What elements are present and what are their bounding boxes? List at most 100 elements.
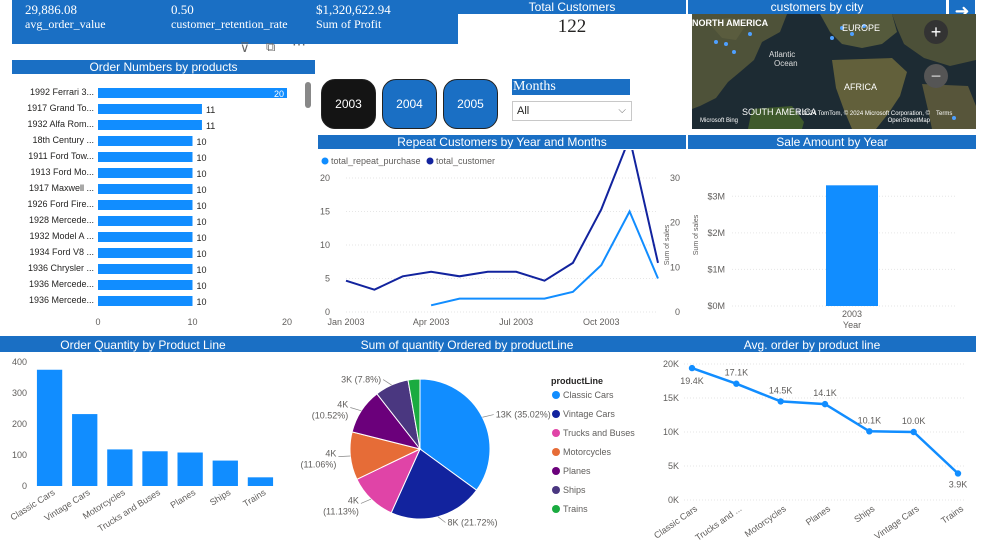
bar-data-label: 10 xyxy=(197,249,207,259)
bar-data-label: 10 xyxy=(197,233,207,243)
total-customers-title: Total Customers xyxy=(458,0,686,14)
map-bing-logo: Microsoft Bing xyxy=(700,118,739,124)
map-label-africa: AFRICA xyxy=(844,82,878,92)
x-tick-label: Planes xyxy=(169,487,198,510)
bar-category-label: 1917 Maxwell ... xyxy=(29,183,94,193)
legend-marker xyxy=(321,157,329,165)
kpi-strip: 29,886.08 avg_order_value 0.50 customer_… xyxy=(12,0,458,44)
data-label: 3.9K xyxy=(949,479,968,489)
legend-label: Trains xyxy=(563,504,588,514)
legend-title: productLine xyxy=(551,376,603,386)
bar-category-label: 1936 Mercede... xyxy=(29,295,94,305)
pie-data-label: 4K xyxy=(348,495,359,505)
data-point xyxy=(821,400,829,408)
data-point xyxy=(910,428,917,436)
x-tick-label: Jul 2003 xyxy=(499,317,533,327)
map-terms-link[interactable]: Terms xyxy=(936,111,952,117)
y-tick-label: $0M xyxy=(707,301,725,311)
legend-label: Vintage Cars xyxy=(563,409,615,419)
scrollbar-thumb[interactable] xyxy=(305,82,311,108)
year-button-2004[interactable]: 2004 xyxy=(382,79,437,129)
data-point xyxy=(954,470,962,477)
bar xyxy=(98,280,193,290)
x-tick-label: 0 xyxy=(95,317,100,327)
y-tick-label: $1M xyxy=(707,264,725,274)
data-label: 14.5K xyxy=(769,385,793,395)
legend-label: Classic Cars xyxy=(563,390,614,400)
bar-data-label: 10 xyxy=(197,217,207,227)
bar xyxy=(98,168,193,178)
y-tick-label: 20K xyxy=(663,359,679,369)
x-tick-label: Apr 2003 xyxy=(413,317,450,327)
pie-data-label: 4K xyxy=(337,400,348,410)
y-tick-label: 300 xyxy=(12,388,27,398)
legend-marker xyxy=(552,505,560,513)
leader-line xyxy=(482,414,494,418)
pie-data-label: 4K xyxy=(325,449,336,459)
y-tick-label-left: 5 xyxy=(325,274,330,284)
data-point xyxy=(733,380,740,387)
y-tick-label-right: 10 xyxy=(670,262,680,272)
bar xyxy=(98,296,193,306)
bar-category-label: 1911 Ford Tow... xyxy=(28,151,94,161)
x-tick-label: Trucks and Buses xyxy=(96,487,163,534)
more-options-icon[interactable]: ⋯ xyxy=(292,36,306,53)
kpi-value: $1,320,622.94 xyxy=(316,2,391,17)
months-dropdown-value: All xyxy=(517,105,530,117)
data-label: 14.1K xyxy=(813,388,837,398)
year-button-2005[interactable]: 2005 xyxy=(443,79,498,129)
zoom-out-icon[interactable]: − xyxy=(924,64,948,88)
leader-line xyxy=(360,498,372,504)
kpi-avg-order-value: 29,886.08 avg_order_value xyxy=(25,2,106,32)
sale-amount-chart: $0M $1M $2M $3M Sum of sales 2003Year xyxy=(693,185,956,330)
data-point xyxy=(777,398,784,405)
bar xyxy=(98,232,193,242)
filter-icon[interactable]: ⊽ xyxy=(240,40,250,56)
quantity-pie-chart: 13K (35.02%)8K (21.72%)4K(11.13%)4K(11.0… xyxy=(301,375,636,528)
x-tick-label: Ships xyxy=(852,503,877,524)
x-tick-label: Trucks and ... xyxy=(693,503,743,542)
zoom-in-icon[interactable]: + xyxy=(924,20,948,44)
legend-label: Ships xyxy=(563,485,586,495)
leader-line xyxy=(437,516,446,523)
y-axis-title-right: Sum of sales xyxy=(664,224,671,265)
year-button-2003[interactable]: 2003 xyxy=(321,79,376,129)
data-label: 19.4K xyxy=(680,376,704,386)
y-tick-label: $3M xyxy=(707,191,725,201)
map-label-europe: EUROPE xyxy=(842,23,881,33)
legend-label: Trucks and Buses xyxy=(563,428,635,438)
bar-data-label: 10 xyxy=(197,297,207,307)
leader-line xyxy=(350,407,362,412)
pie-data-label: 8K (21.72%) xyxy=(447,517,497,527)
order-numbers-chart: 1992 Ferrari 3... 20 1917 Grand To... 11 193… xyxy=(27,82,311,327)
y-tick-label: 0K xyxy=(668,495,679,505)
y-tick-label: 10K xyxy=(663,427,679,437)
y-tick-label: 400 xyxy=(12,357,27,367)
bar-category-label: 1928 Mercede... xyxy=(29,215,94,225)
bar-category-label: 1934 Ford V8 ... xyxy=(29,247,94,257)
bar-category-label: 1936 Chrysler ... xyxy=(28,263,94,273)
bar-category-label: 1926 Ford Fire... xyxy=(27,199,94,209)
leader-line xyxy=(338,455,351,457)
x-tick-label: Ships xyxy=(208,487,233,508)
legend-marker xyxy=(552,391,560,399)
city-map[interactable]: NORTH AMERICA EUROPE Atlantic Ocean AFRI… xyxy=(692,14,976,129)
y-tick-label-right: 20 xyxy=(670,218,680,228)
kpi-sum-profit: $1,320,622.94 Sum of Profit xyxy=(316,2,391,32)
y-tick-label-left: 0 xyxy=(325,307,330,317)
bar-data-label: 10 xyxy=(197,153,207,163)
order-quantity-title: Order Quantity by Product Line xyxy=(0,338,286,352)
legend-marker xyxy=(552,486,560,494)
bar-data-label: 10 xyxy=(197,169,207,179)
map-label-ocean: Ocean xyxy=(774,59,798,68)
focus-mode-icon[interactable]: ⧉ xyxy=(266,39,275,55)
months-dropdown[interactable]: All ⌵ xyxy=(512,101,632,121)
bar xyxy=(72,414,98,486)
x-tick-label: Oct 2003 xyxy=(583,317,620,327)
map-label-north-america: NORTH AMERICA xyxy=(692,18,769,28)
bar xyxy=(98,216,193,226)
legend-marker xyxy=(552,467,560,475)
data-label: 17.1K xyxy=(725,368,749,378)
x-tick-label: Jan 2003 xyxy=(327,317,364,327)
bar xyxy=(98,248,193,258)
